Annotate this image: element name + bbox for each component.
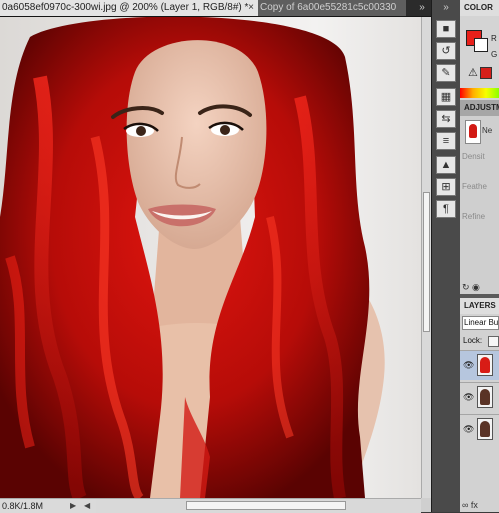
portrait-image xyxy=(0,17,421,498)
visibility-eye-icon[interactable]: 👁 xyxy=(463,392,474,403)
lock-label: Lock: xyxy=(463,336,483,345)
gamut-warning-icon[interactable]: ⚠ xyxy=(468,66,478,79)
dock-sliders-icon[interactable]: ⊞ xyxy=(436,178,456,196)
adjustments-panel: Ne Densit Feathe Refine ↻ ◉ xyxy=(460,116,499,294)
mask-thumbnail[interactable] xyxy=(465,120,481,144)
dock-history-icon[interactable]: ↺ xyxy=(436,42,456,60)
vertical-scroll-thumb[interactable] xyxy=(423,192,430,332)
horizontal-scrollbar[interactable] xyxy=(96,498,421,513)
layers-panel: Linear Bur Lock: 👁 👁 👁 ∞ fx xyxy=(460,314,499,512)
close-tab-icon[interactable]: × xyxy=(248,0,254,16)
density-label: Densit xyxy=(462,152,485,161)
dock-paths-icon[interactable]: ≡ xyxy=(436,132,456,150)
scroll-corner xyxy=(421,498,431,512)
document-canvas[interactable] xyxy=(0,17,421,498)
scroll-left-icon[interactable]: ◀ xyxy=(84,499,90,513)
collapse-dock-icon[interactable]: » xyxy=(432,0,460,16)
feather-label: Feathe xyxy=(462,182,487,191)
dock-swatch-icon[interactable]: ■ xyxy=(436,20,456,38)
panel-dock: » ■ ↺ ✎ ▦ ⇆ ≡ ▲ ⊞ ¶ xyxy=(431,0,461,512)
dock-brush-icon[interactable]: ✎ xyxy=(436,64,456,82)
lock-transparency-checkbox[interactable] xyxy=(488,336,499,347)
dock-channels-icon[interactable]: ▲ xyxy=(436,156,456,174)
layer-thumbnail xyxy=(477,386,493,408)
adjustments-footer-icons[interactable]: ↻ ◉ xyxy=(460,280,499,294)
blend-mode-select[interactable]: Linear Bur xyxy=(462,316,499,330)
layer-row[interactable]: 👁 xyxy=(460,414,499,444)
tab-overflow-icon[interactable]: » xyxy=(414,0,430,16)
color-panel: R G ⚠ xyxy=(460,16,499,100)
layers-footer-icons[interactable]: ∞ fx xyxy=(460,498,499,512)
layer-row[interactable]: 👁 xyxy=(460,350,499,380)
visibility-eye-icon[interactable]: 👁 xyxy=(463,424,474,435)
background-color-swatch[interactable] xyxy=(474,38,488,52)
dock-layers-icon[interactable]: ⇆ xyxy=(436,110,456,128)
tab-adjustments[interactable]: ADJUSTM xyxy=(460,100,499,116)
document-tab-title: 0a6058ef0970c-300wi.jpg @ 200% (Layer 1,… xyxy=(2,2,249,13)
panel-column: COLOR R G ⚠ ADJUSTM Ne Densit Feathe Ref… xyxy=(460,0,499,512)
dock-text-icon[interactable]: ¶ xyxy=(436,200,456,218)
tab-layers[interactable]: LAYERS xyxy=(460,298,499,314)
status-menu-arrow-icon[interactable]: ▶ xyxy=(70,499,76,513)
gamut-color-swatch[interactable] xyxy=(480,67,492,79)
channel-r-label: R xyxy=(491,34,497,43)
color-ramp[interactable] xyxy=(460,88,499,98)
mask-label: Ne xyxy=(482,126,493,135)
document-tab-bar: 0a6058ef0970c-300wi.jpg @ 200% (Layer 1,… xyxy=(0,0,431,17)
refine-label: Refine xyxy=(462,212,486,221)
layer-row[interactable]: 👁 xyxy=(460,382,499,412)
visibility-eye-icon[interactable]: 👁 xyxy=(463,360,474,371)
tab-color[interactable]: COLOR xyxy=(460,0,499,16)
status-bar: 0.8K/1.8M ▶ ◀ xyxy=(0,498,96,513)
layer-thumbnail xyxy=(477,418,493,440)
layer-thumbnail xyxy=(477,354,493,376)
channel-g-label: G xyxy=(491,50,498,59)
document-tab-inactive[interactable]: Copy of 6a00e55281c5c00330 xyxy=(258,0,406,16)
dock-adjust-icon[interactable]: ▦ xyxy=(436,88,456,106)
doc-size-readout: 0.8K/1.8M xyxy=(2,501,44,511)
horizontal-scroll-thumb[interactable] xyxy=(186,501,346,510)
document-tab-active[interactable]: 0a6058ef0970c-300wi.jpg @ 200% (Layer 1,… xyxy=(0,0,258,16)
